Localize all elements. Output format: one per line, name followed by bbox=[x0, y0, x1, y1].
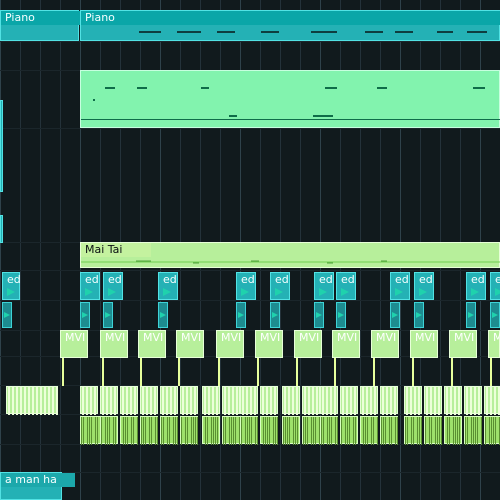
drum-hit-lines bbox=[241, 417, 258, 445]
drum-clip-bottom[interactable] bbox=[282, 416, 300, 445]
drum-hit-lines bbox=[447, 417, 460, 445]
drum-hit-lines bbox=[101, 417, 116, 445]
drum-hit-lines bbox=[321, 417, 338, 445]
drum-clip-bottom[interactable] bbox=[120, 416, 138, 445]
drum-clip-bottom[interactable] bbox=[360, 416, 378, 445]
arrangement-view: Piano Piano Mai Tai ed ed ed ed ed ed ed… bbox=[0, 0, 500, 500]
drum-hit-lines bbox=[263, 417, 278, 445]
drum-hit-lines bbox=[123, 417, 138, 445]
drum-clip-bottom[interactable] bbox=[222, 416, 240, 445]
drum-hit-lines bbox=[425, 417, 442, 445]
bottom-clip[interactable]: a man ha bbox=[0, 472, 75, 500]
drum-hit-lines bbox=[341, 417, 356, 445]
drum-hit-lines bbox=[205, 417, 218, 445]
drum-clip-bottom[interactable] bbox=[80, 416, 101, 445]
drum-hit-lines bbox=[485, 417, 500, 445]
drum-clip-bottom[interactable] bbox=[380, 416, 398, 445]
drum-pattern-bottom bbox=[0, 0, 500, 500]
drum-hit-lines bbox=[181, 417, 198, 445]
drum-clip-bottom[interactable] bbox=[202, 416, 220, 445]
drum-clip-bottom[interactable] bbox=[444, 416, 462, 445]
drum-clip-bottom[interactable] bbox=[404, 416, 422, 445]
drum-clip-bottom[interactable] bbox=[340, 416, 358, 445]
drum-hit-lines bbox=[81, 417, 98, 445]
drum-hit-lines bbox=[363, 417, 378, 445]
drum-hit-lines bbox=[303, 417, 320, 445]
drum-clip-bottom[interactable] bbox=[484, 416, 500, 445]
drum-clip-bottom[interactable] bbox=[180, 416, 198, 445]
drum-hit-lines bbox=[141, 417, 158, 445]
drum-hit-lines bbox=[161, 417, 178, 445]
drum-clip-bottom[interactable] bbox=[240, 416, 258, 445]
drum-hit-lines bbox=[381, 417, 398, 445]
drum-clip-bottom[interactable] bbox=[100, 416, 118, 445]
drum-hit-lines bbox=[283, 417, 298, 445]
drum-hit-lines bbox=[465, 417, 482, 445]
drum-clip-bottom[interactable] bbox=[320, 416, 338, 445]
drum-clip-bottom[interactable] bbox=[302, 416, 320, 445]
bottom-clip-label: a man ha bbox=[5, 473, 57, 486]
drum-clip-bottom[interactable] bbox=[424, 416, 442, 445]
drum-clip-bottom[interactable] bbox=[140, 416, 158, 445]
drum-clip-bottom[interactable] bbox=[160, 416, 178, 445]
drum-hit-lines bbox=[223, 417, 240, 445]
drum-clip-bottom[interactable] bbox=[260, 416, 278, 445]
drum-hit-lines bbox=[405, 417, 422, 445]
drum-clip-bottom[interactable] bbox=[464, 416, 482, 445]
